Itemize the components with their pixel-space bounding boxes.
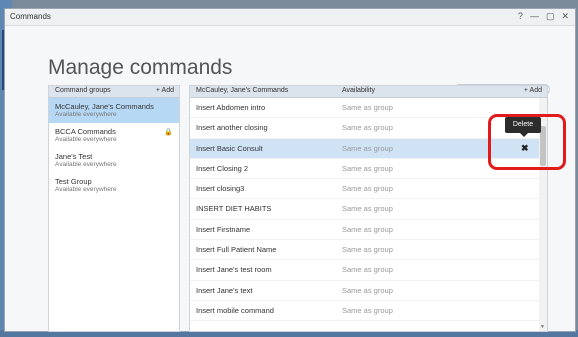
command-availability[interactable]: Same as group [342, 164, 393, 173]
group-item[interactable]: McCauley, Jane's Commands Available ever… [49, 98, 179, 123]
command-row[interactable]: Insert Firstname Same as group [190, 220, 547, 241]
command-name: Insert Jane's text [196, 285, 253, 295]
command-name: Insert Jane's test room [196, 265, 272, 275]
group-availability: Available everywhere [55, 186, 117, 193]
minimize-button[interactable]: — [530, 11, 539, 22]
command-name: Insert Abdomen intro [196, 103, 266, 112]
add-command-button[interactable]: + Add [524, 87, 542, 94]
group-item[interactable]: Test Group Available everywhere [49, 173, 179, 198]
command-availability[interactable]: Same as group [342, 306, 393, 315]
page-title: Manage commands [48, 56, 233, 79]
highlight-annotation [488, 114, 566, 170]
help-button[interactable]: ? [518, 11, 523, 22]
group-availability: Available everywhere [55, 161, 117, 168]
commands-header: McCauley, Jane's Commands Availability +… [190, 86, 547, 98]
command-row[interactable]: Insert Jane's test room Same as group [190, 260, 547, 281]
command-availability[interactable]: Same as group [342, 225, 393, 234]
commands-header-label: McCauley, Jane's Commands [196, 87, 289, 94]
groups-header-label: Command groups [55, 87, 111, 94]
window-controls: ? — ▢ ✕ [518, 11, 569, 22]
command-name: INSERT DIET HABITS [196, 204, 272, 214]
command-row[interactable]: Insert Jane's text Same as group [190, 281, 547, 301]
group-availability: Available everywhere [55, 111, 117, 118]
lock-icon: 🔒 [164, 129, 173, 136]
command-name: Insert Full Patient Name [196, 245, 277, 255]
command-availability[interactable]: Same as group [342, 245, 393, 254]
command-row[interactable]: INSERT DIET HABITS Same as group [190, 199, 547, 220]
group-name: BCCA Commands [55, 127, 116, 136]
command-row[interactable]: Insert closing3 Same as group [190, 179, 547, 200]
command-name: Insert another closing [196, 123, 268, 133]
command-availability[interactable]: Same as group [342, 204, 393, 213]
command-groups-panel: Command groups + Add McCauley, Jane's Co… [48, 85, 180, 332]
command-row[interactable]: Insert Full Patient Name Same as group [190, 240, 547, 261]
command-availability[interactable]: Same as group [342, 265, 393, 274]
group-name: McCauley, Jane's Commands [55, 102, 154, 111]
group-name: Test Group [55, 177, 92, 186]
close-button[interactable]: ✕ [561, 11, 569, 22]
command-name: Insert Basic Consult [196, 143, 263, 153]
availability-column-header: Availability [342, 87, 375, 94]
command-availability[interactable]: Same as group [342, 123, 393, 132]
add-group-button[interactable]: + Add [156, 87, 174, 94]
command-availability[interactable]: Same as group [342, 286, 393, 295]
command-name: Insert closing3 [196, 184, 245, 194]
command-row[interactable]: Insert mobile command Same as group [190, 301, 547, 322]
command-name: Insert mobile command [196, 305, 274, 315]
scroll-down-arrow-icon[interactable]: ▼ [540, 324, 545, 330]
command-name: Insert Closing 2 [196, 163, 249, 173]
maximize-button[interactable]: ▢ [546, 11, 555, 22]
command-name: Insert Firstname [196, 224, 251, 234]
group-item[interactable]: BCCA Commands 🔒 Available everywhere [49, 123, 179, 148]
groups-header: Command groups + Add [49, 86, 179, 98]
title-bar: Commands ? — ▢ ✕ [5, 9, 575, 26]
window-title: Commands [10, 12, 51, 21]
group-item[interactable]: Jane's Test Available everywhere [49, 148, 179, 173]
command-availability[interactable]: Same as group [342, 144, 393, 153]
command-availability[interactable]: Same as group [342, 103, 393, 112]
group-name: Jane's Test [55, 152, 93, 161]
command-availability[interactable]: Same as group [342, 184, 393, 193]
group-availability: Available everywhere [55, 136, 117, 143]
